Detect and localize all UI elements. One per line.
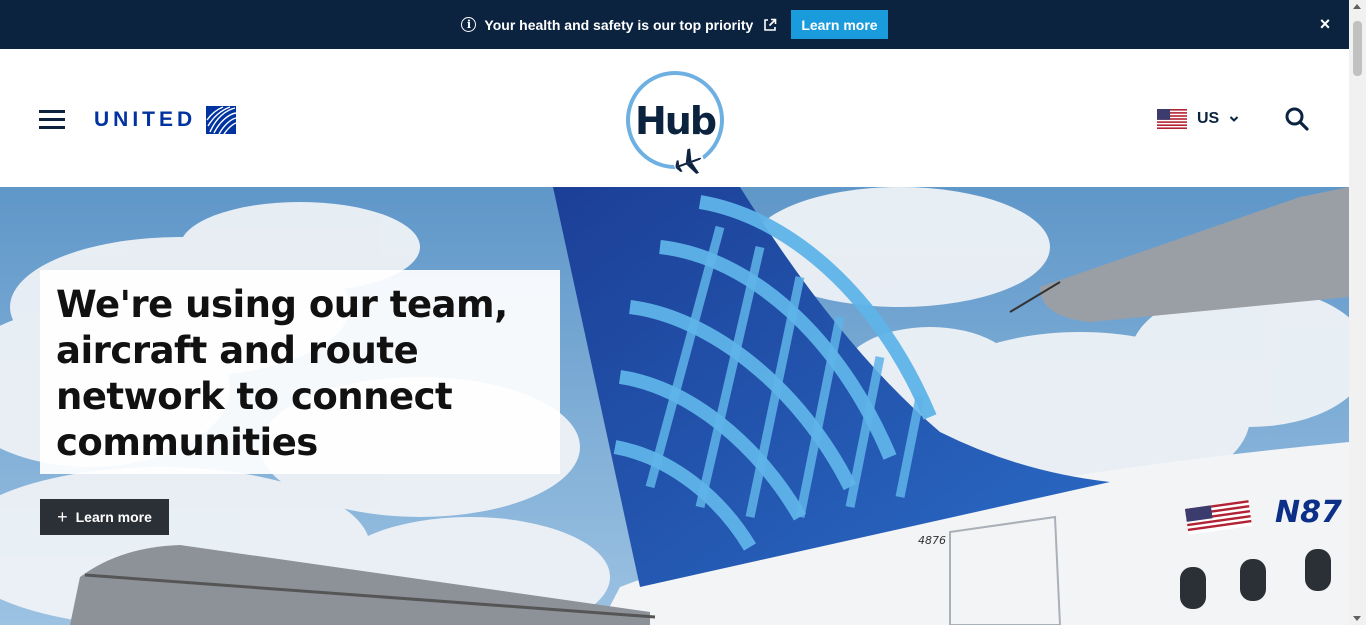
hero-heading: We're using our team, aircraft and route…	[56, 283, 508, 464]
hub-logo-text: Hub	[635, 99, 716, 143]
plus-icon: +	[57, 507, 68, 527]
brand-name: UNITED	[94, 108, 197, 131]
chevron-down-icon	[1230, 116, 1239, 122]
alert-message-group: i Your health and safety is our top prio…	[461, 17, 777, 33]
page-scrollbar[interactable]	[1349, 0, 1366, 625]
globe-icon	[204, 104, 239, 136]
united-logo[interactable]: UNITED	[94, 104, 239, 136]
fuselage-number: 4876	[918, 534, 946, 547]
health-safety-banner: i Your health and safety is our top prio…	[0, 0, 1349, 49]
hamburger-menu-icon[interactable]	[39, 110, 65, 130]
hero-section: N87 4876 We're using our team, aircraft …	[0, 187, 1349, 625]
scroll-up-arrow-icon[interactable]	[1353, 4, 1361, 9]
scrollbar-thumb[interactable]	[1353, 21, 1362, 76]
hero-learn-more-label: Learn more	[75, 509, 152, 525]
external-link-icon	[764, 18, 777, 31]
alert-message[interactable]: Your health and safety is our top priori…	[484, 17, 753, 33]
search-icon[interactable]	[1284, 106, 1310, 132]
hub-logo[interactable]: Hub	[624, 69, 726, 181]
alert-learn-more-button[interactable]: Learn more	[791, 10, 888, 39]
close-icon[interactable]: ×	[1315, 14, 1335, 34]
hero-card: We're using our team, aircraft and route…	[40, 270, 560, 474]
hero-learn-more-button[interactable]: + Learn more	[40, 499, 169, 535]
locale-label: US	[1197, 110, 1220, 127]
site-header: UNITED Hub US	[0, 49, 1349, 187]
info-icon: i	[461, 17, 477, 32]
locale-selector[interactable]: US	[1157, 109, 1239, 129]
us-flag-icon	[1157, 109, 1187, 129]
tail-number: N87	[1275, 495, 1342, 530]
scroll-down-arrow-icon[interactable]	[1353, 616, 1361, 621]
